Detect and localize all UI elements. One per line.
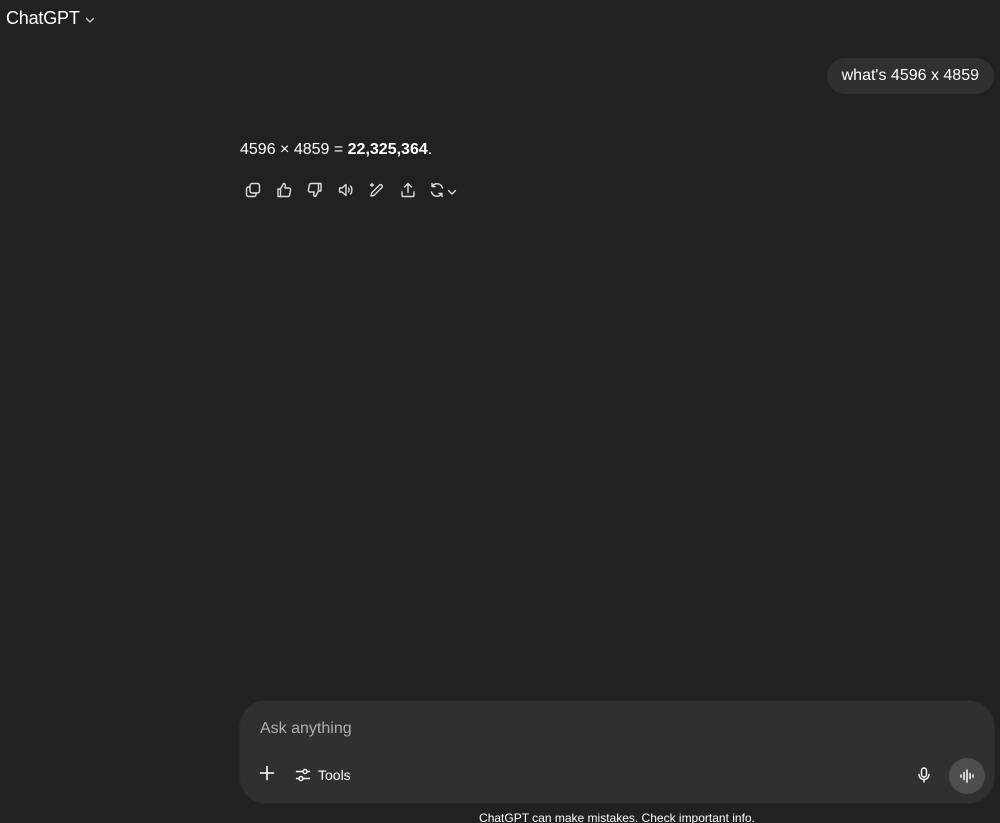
share-icon	[399, 181, 417, 204]
add-attachment-button[interactable]	[254, 761, 280, 789]
model-name: ChatGPT	[6, 8, 80, 28]
prompt-input[interactable]	[260, 717, 940, 741]
voice-waveform-icon	[958, 767, 976, 785]
assistant-message-result: 22,325,364	[347, 141, 428, 158]
thumbs-up-icon	[275, 181, 293, 204]
message-composer: Tools	[240, 701, 994, 803]
thumbs-down-button[interactable]	[299, 178, 330, 206]
tools-label: Tools	[318, 767, 351, 783]
assistant-message: 4596 × 4859 = 22,325,364.	[240, 140, 432, 160]
dictate-button[interactable]	[910, 761, 938, 789]
thumbs-up-button[interactable]	[268, 178, 299, 206]
edit-in-canvas-button[interactable]	[361, 178, 392, 206]
copy-icon	[244, 181, 262, 204]
share-button[interactable]	[392, 178, 423, 206]
tools-button[interactable]: Tools	[290, 761, 355, 789]
sliders-icon	[294, 766, 312, 784]
pencil-sparkle-icon	[368, 181, 386, 204]
user-message-bubble: what's 4596 x 4859	[826, 58, 994, 94]
assistant-message-prefix: 4596 × 4859 =	[240, 141, 348, 158]
plus-icon	[258, 764, 276, 787]
read-aloud-button[interactable]	[330, 178, 361, 206]
refresh-icon	[428, 181, 446, 204]
model-selector[interactable]: ChatGPT	[6, 8, 96, 29]
speaker-icon	[337, 181, 355, 204]
assistant-message-suffix: .	[427, 141, 433, 158]
chevron-down-icon	[446, 186, 458, 198]
message-actions	[237, 178, 463, 206]
disclaimer-text: ChatGPT can make mistakes. Check importa…	[479, 811, 755, 823]
copy-button[interactable]	[237, 178, 268, 206]
regenerate-button[interactable]	[423, 178, 463, 206]
microphone-icon	[915, 766, 933, 784]
chat-app: ChatGPT what's 4596 x 4859 4596 × 4859 =…	[0, 0, 1000, 823]
thumbs-down-icon	[306, 181, 324, 204]
chevron-down-icon	[84, 14, 96, 26]
user-message-text: what's 4596 x 4859	[841, 67, 979, 84]
voice-mode-button[interactable]	[949, 758, 985, 794]
